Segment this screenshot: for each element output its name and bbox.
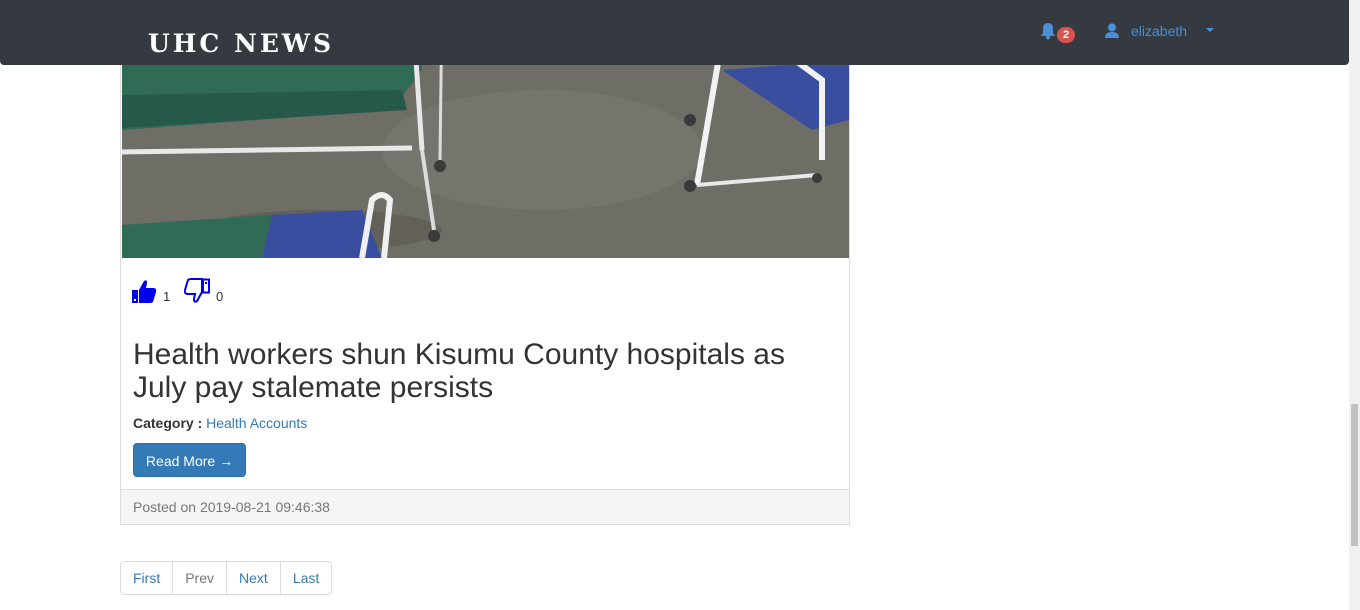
thumbs-up-icon [131,278,157,304]
read-more-button[interactable]: Read More → [133,443,246,477]
top-navbar: UHC NEWS 2 elizabeth [0,0,1349,65]
bell-icon[interactable] [1040,22,1056,45]
news-title[interactable]: Health workers shun Kisumu County hospit… [133,338,833,404]
page-prev[interactable]: Prev [172,561,228,595]
posted-on: Posted on 2019-08-21 09:46:38 [121,489,849,524]
brand-logo[interactable]: UHC NEWS [148,28,334,60]
category-line: Category : Health Accounts [133,415,307,431]
category-link[interactable]: Health Accounts [206,415,307,431]
like-button[interactable]: 1 [131,278,170,304]
news-card: 1 0 Health workers shun Kisumu County ho… [120,0,850,525]
caret-down-icon[interactable] [1206,28,1214,32]
category-label: Category : [133,415,203,431]
dislike-button[interactable]: 0 [184,278,223,304]
pagination: First Prev Next Last [120,561,333,595]
user-menu-name[interactable]: elizabeth [1131,23,1187,39]
thumbs-down-icon [184,278,210,304]
user-icon[interactable] [1105,23,1119,44]
page-first[interactable]: First [120,561,174,595]
notification-badge[interactable]: 2 [1057,27,1075,43]
page-next[interactable]: Next [226,561,281,595]
scrollbar-thumb[interactable] [1351,404,1358,546]
page-scrollbar[interactable] [1349,0,1360,610]
dislike-count: 0 [216,289,224,304]
like-count: 1 [163,289,171,304]
page-last[interactable]: Last [279,561,333,595]
